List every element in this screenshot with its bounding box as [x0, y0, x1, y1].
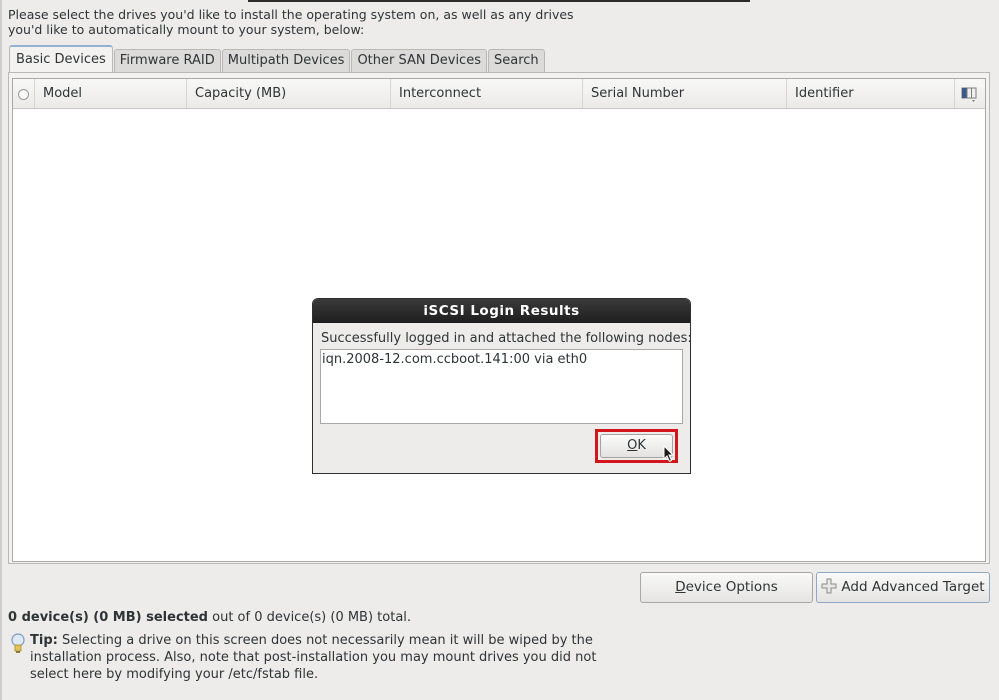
table-header: Model Capacity (MB) Interconnect Serial …: [13, 79, 985, 109]
tab-multipath-devices[interactable]: Multipath Devices: [221, 49, 351, 72]
column-header-serial-number[interactable]: Serial Number: [583, 79, 787, 108]
instructions-line-2: you'd like to automatically mount to you…: [8, 22, 365, 37]
device-options-mnemonic: D: [675, 579, 686, 595]
iscsi-login-results-dialog: iSCSI Login Results Successfully logged …: [312, 298, 692, 474]
plus-icon: [821, 578, 837, 594]
instructions-line-1: Please select the drives you'd like to i…: [8, 7, 574, 22]
device-options-button[interactable]: Device Options: [640, 572, 813, 603]
dialog-title: iSCSI Login Results: [313, 299, 690, 323]
ok-label: K: [637, 438, 646, 453]
selection-summary-bold: 0 device(s) (0 MB) selected: [8, 610, 208, 625]
tab-basic-devices[interactable]: Basic Devices: [9, 45, 113, 72]
column-header-interconnect[interactable]: Interconnect: [391, 79, 583, 108]
top-divider: [248, 0, 750, 2]
node-item: iqn.2008-12.com.ccboot.141:00 via eth0: [322, 352, 588, 367]
column-header-model[interactable]: Model: [35, 79, 187, 108]
tip-body: Selecting a drive on this screen does no…: [30, 633, 597, 682]
device-type-tabs: Basic Devices Firmware RAID Multipath De…: [9, 45, 546, 72]
column-header-identifier[interactable]: Identifier: [787, 79, 955, 108]
window-edge: [0, 0, 2, 700]
dialog-message: Successfully logged in and attached the …: [321, 331, 692, 346]
add-advanced-target-button[interactable]: Add Advanced Target: [816, 572, 990, 603]
nodes-list[interactable]: iqn.2008-12.com.ccboot.141:00 via eth0: [320, 349, 683, 424]
tab-other-san-devices[interactable]: Other SAN Devices: [351, 49, 487, 72]
instructions-text: Please select the drives you'd like to i…: [8, 7, 628, 37]
ok-mnemonic: O: [627, 438, 638, 453]
column-header-capacity[interactable]: Capacity (MB): [187, 79, 391, 108]
mouse-cursor-icon: [663, 445, 675, 463]
tip-text: Tip: Selecting a drive on this screen do…: [30, 632, 620, 683]
tab-firmware-raid[interactable]: Firmware RAID: [113, 49, 221, 72]
selection-summary: 0 device(s) (0 MB) selected out of 0 dev…: [8, 610, 411, 625]
tip-label: Tip:: [30, 633, 58, 648]
column-chooser-icon[interactable]: [957, 84, 981, 104]
select-all-column[interactable]: [13, 79, 35, 108]
tab-search[interactable]: Search: [487, 49, 545, 72]
device-options-label: evice Options: [685, 579, 778, 595]
selection-summary-rest: out of 0 device(s) (0 MB) total.: [208, 610, 412, 625]
radio-icon[interactable]: [18, 89, 29, 100]
add-advanced-target-label: Add Advanced Target: [841, 579, 985, 595]
lightbulb-icon: [11, 633, 25, 653]
